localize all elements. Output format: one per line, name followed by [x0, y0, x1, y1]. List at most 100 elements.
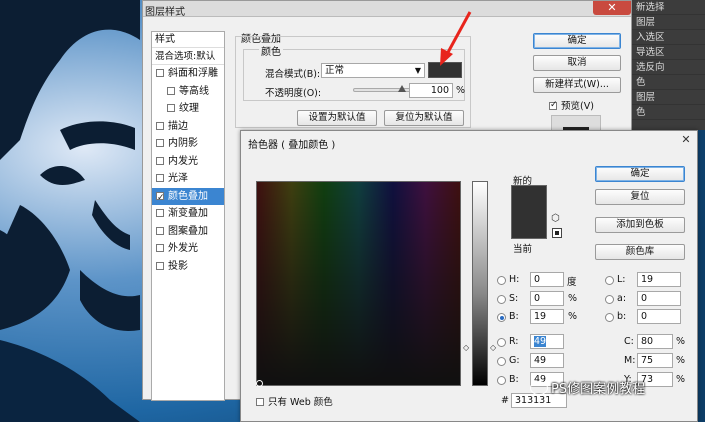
web-only-checkbox-box[interactable] [256, 398, 264, 406]
menu-item[interactable]: 导选区 [632, 45, 705, 60]
reset-default-button[interactable]: 复位为默认值 [384, 110, 464, 126]
color-libraries-button[interactable]: 颜色库 [595, 244, 685, 260]
style-effect-item[interactable]: 图案叠加 [152, 223, 224, 241]
menu-item[interactable]: 入选区 [632, 30, 705, 45]
lab-b-input[interactable]: 0 [637, 309, 681, 324]
chevron-down-icon: ▼ [414, 66, 421, 75]
m-input[interactable]: 75 [637, 353, 673, 368]
style-effect-item[interactable]: 等高线 [152, 83, 224, 101]
new-style-button[interactable]: 新建样式(W)... [533, 77, 621, 93]
effect-checkbox[interactable] [156, 174, 164, 182]
r-input[interactable]: 49 [530, 334, 564, 349]
style-effect-item[interactable]: 颜色叠加 [152, 187, 224, 207]
effect-checkbox[interactable] [156, 261, 164, 270]
opacity-input[interactable]: 100 [409, 83, 453, 98]
current-color-label: 当前 [513, 244, 533, 255]
effect-label: 纹理 [179, 103, 199, 114]
l-label: L: [617, 274, 626, 285]
menu-item[interactable]: 新选择 [632, 0, 705, 15]
web-only-checkbox[interactable]: 只有 Web 颜色 [256, 394, 333, 408]
style-effect-item[interactable]: 投影 [152, 258, 224, 276]
websafe-icon[interactable] [552, 228, 562, 238]
brightness-slider[interactable] [472, 181, 488, 386]
menu-item[interactable]: 图层 [632, 15, 705, 30]
menu-item[interactable]: 色 [632, 75, 705, 90]
effect-checkbox[interactable] [156, 69, 164, 77]
g-radio[interactable] [497, 357, 506, 366]
rgb-b-radio[interactable] [497, 376, 506, 385]
h-input[interactable]: 0 [530, 272, 564, 287]
ok-button[interactable]: 确定 [533, 33, 621, 49]
g-input[interactable]: 49 [530, 353, 564, 368]
effect-checkbox[interactable] [167, 104, 175, 112]
add-to-swatches-button[interactable]: 添加到色板 [595, 217, 685, 233]
g-label: G: [509, 355, 520, 366]
s-label: S: [509, 293, 519, 304]
slider-handle-right[interactable]: ◇ [490, 343, 496, 352]
opacity-label: 不透明度(O): [265, 88, 322, 99]
style-effect-item[interactable]: 描边 [152, 118, 224, 136]
effect-checkbox[interactable] [156, 190, 165, 207]
style-effect-item[interactable]: 光泽 [152, 170, 224, 188]
current-color-swatch[interactable] [511, 212, 547, 239]
color-field-marker[interactable] [256, 380, 263, 387]
c-input[interactable]: 80 [637, 334, 673, 349]
rgb-b-label: B: [509, 374, 519, 385]
y-unit: % [676, 374, 686, 385]
s-radio[interactable] [497, 295, 506, 304]
style-effect-item[interactable]: 渐变叠加 [152, 205, 224, 223]
menu-item[interactable]: 选反向 [632, 60, 705, 75]
picker-ok-button[interactable]: 确定 [595, 166, 685, 182]
color-picker-titlebar[interactable]: 拾色器 ( 叠加颜色 ) ✕ [241, 131, 697, 151]
preview-checkbox[interactable]: 预览(V) [549, 98, 594, 112]
h-unit: 度 [567, 277, 577, 288]
menu-item[interactable]: 色 [632, 105, 705, 120]
effect-label: 图案叠加 [168, 225, 208, 237]
r-label: R: [509, 336, 519, 347]
r-input-value: 49 [534, 336, 547, 347]
a-input[interactable]: 0 [637, 291, 681, 306]
close-icon[interactable]: ✕ [679, 134, 693, 146]
a-radio[interactable] [605, 295, 614, 304]
menu-item[interactable]: 图层 [632, 90, 705, 105]
overlay-color-swatch[interactable] [428, 62, 462, 78]
slider-handle-left[interactable]: ◇ [463, 343, 469, 352]
styles-header[interactable]: 样式 [152, 32, 224, 48]
blend-mode-select[interactable]: 正常 ▼ [321, 63, 425, 78]
h-radio[interactable] [497, 276, 506, 285]
l-radio[interactable] [605, 276, 614, 285]
effect-checkbox[interactable] [156, 156, 164, 165]
layer-style-titlebar[interactable]: 图层样式 ✕ [143, 1, 631, 18]
m-label: M: [624, 355, 636, 366]
h-label: H: [509, 274, 520, 285]
s-input[interactable]: 0 [530, 291, 564, 306]
effect-checkbox[interactable] [167, 86, 175, 95]
effect-checkbox[interactable] [156, 244, 164, 252]
r-radio[interactable] [497, 338, 506, 347]
l-input[interactable]: 19 [637, 272, 681, 287]
style-effect-item[interactable]: 纹理 [152, 100, 224, 118]
cube-icon[interactable]: ⬡ [551, 213, 560, 224]
picker-reset-button[interactable]: 复位 [595, 189, 685, 205]
style-effect-item[interactable]: 外发光 [152, 240, 224, 258]
watermark: PS修图案例教程 [530, 378, 645, 397]
opacity-slider-handle[interactable] [398, 85, 406, 92]
effect-label: 投影 [168, 260, 188, 272]
color-picker-title: 拾色器 ( 叠加颜色 ) [248, 140, 336, 151]
set-default-button[interactable]: 设置为默认值 [297, 110, 377, 126]
cancel-button[interactable]: 取消 [533, 55, 621, 71]
effect-checkbox[interactable] [156, 121, 164, 130]
b-radio[interactable] [497, 313, 506, 322]
effect-label: 斜面和浮雕 [168, 68, 218, 79]
style-effect-item[interactable]: 内阴影 [152, 135, 224, 153]
style-effect-item[interactable]: 内发光 [152, 153, 224, 171]
effect-checkbox[interactable] [156, 209, 164, 217]
effect-checkbox[interactable] [156, 139, 164, 147]
lab-b-radio[interactable] [605, 313, 614, 322]
style-effect-item[interactable]: 斜面和浮雕 [152, 65, 224, 83]
b-input[interactable]: 19 [530, 309, 564, 324]
blend-options-item[interactable]: 混合选项:默认 [152, 48, 224, 65]
preview-checkbox-box[interactable] [549, 100, 558, 110]
close-icon[interactable]: ✕ [593, 1, 631, 15]
effect-checkbox[interactable] [156, 226, 164, 235]
